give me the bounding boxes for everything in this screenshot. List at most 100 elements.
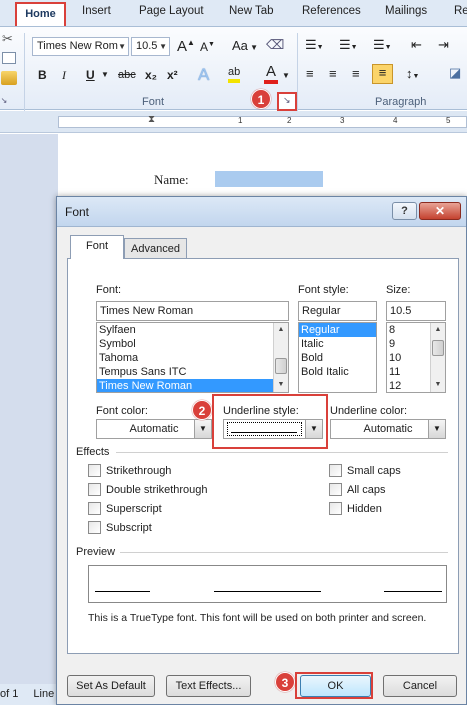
font-list[interactable]: Sylfaen Symbol Tahoma Tempus Sans ITC Times … xyxy=(96,322,289,393)
increase-indent-button[interactable]: ⇥ xyxy=(438,37,449,53)
font-color-combo[interactable]: Automatic ▼ xyxy=(96,419,212,439)
font-style-input[interactable]: Regular xyxy=(298,301,377,321)
tab-references[interactable]: References xyxy=(302,5,361,17)
font-name-dropdown[interactable]: Times New Rom ▼ xyxy=(32,37,129,56)
font-name-input[interactable]: Times New Roman xyxy=(96,301,289,321)
checkbox-box[interactable] xyxy=(88,464,101,477)
font-list-item[interactable]: Sylfaen xyxy=(97,323,288,337)
checkbox-label: Double strikethrough xyxy=(106,483,208,496)
checkbox-box[interactable] xyxy=(329,464,342,477)
checkbox-box[interactable] xyxy=(329,483,342,496)
text-effects-button[interactable]: Text Effects... xyxy=(166,675,251,697)
cancel-button[interactable]: Cancel xyxy=(383,675,457,697)
tab-new-tab[interactable]: New Tab xyxy=(229,5,274,17)
checkbox-box[interactable] xyxy=(88,483,101,496)
align-center-button[interactable]: ≡ xyxy=(329,66,337,81)
bullets-button[interactable]: ☰▼ xyxy=(305,37,324,53)
grow-font-button[interactable]: A▲ xyxy=(177,38,195,55)
font-style-list[interactable]: Regular Italic Bold Bold Italic xyxy=(298,322,377,393)
text-effects-button[interactable]: A xyxy=(198,65,209,85)
underline-button[interactable]: U xyxy=(86,68,95,82)
set-as-default-button[interactable]: Set As Default xyxy=(67,675,155,697)
help-button[interactable]: ? xyxy=(392,202,417,220)
font-style-list-item[interactable]: Italic xyxy=(299,337,376,351)
checkbox-strikethrough[interactable]: Strikethrough xyxy=(88,464,171,477)
checkbox-box[interactable] xyxy=(329,502,342,515)
justify-button[interactable]: ≡ xyxy=(372,64,393,84)
multilevel-list-button[interactable]: ☰▼ xyxy=(373,37,392,53)
ruler-tick: 2 xyxy=(287,116,292,125)
strikethrough-button[interactable]: abc xyxy=(118,69,136,81)
checkbox-double-strikethrough[interactable]: Double strikethrough xyxy=(88,483,208,496)
horizontal-ruler[interactable]: ⧗ 1 2 3 4 5 xyxy=(0,111,467,133)
checkbox-label: Small caps xyxy=(347,464,401,477)
chevron-down-icon[interactable]: ▼ xyxy=(428,420,445,438)
paragraph-group-label: Paragraph xyxy=(375,96,427,108)
format-painter-icon[interactable] xyxy=(1,71,17,85)
dialog-title-bar[interactable]: Font ? ✕ xyxy=(57,197,466,227)
font-size-dropdown[interactable]: 10.5 ▼ xyxy=(131,37,170,56)
name-field-selection[interactable] xyxy=(215,171,323,187)
font-style-list-item[interactable]: Bold xyxy=(299,351,376,365)
copy-icon[interactable] xyxy=(2,52,16,64)
font-style-list-item[interactable]: Regular xyxy=(299,323,376,337)
status-line: Line xyxy=(33,688,55,700)
shrink-font-button[interactable]: A▼ xyxy=(200,40,215,54)
ruler-tick: 4 xyxy=(393,116,398,125)
decrease-indent-button[interactable]: ⇤ xyxy=(411,37,422,53)
font-style-list-item[interactable]: Bold Italic xyxy=(299,365,376,379)
font-color-button[interactable]: A xyxy=(264,64,278,84)
font-list-item[interactable]: Symbol xyxy=(97,337,288,351)
tab-home[interactable]: Home xyxy=(15,2,66,26)
numbering-button[interactable]: ☰▼ xyxy=(339,37,358,53)
align-right-button[interactable]: ≡ xyxy=(352,66,360,81)
font-name-value: Times New Rom xyxy=(37,40,118,52)
checkbox-box[interactable] xyxy=(88,521,101,534)
chevron-down-icon[interactable]: ▼ xyxy=(194,420,211,438)
underline-color-combo[interactable]: Automatic ▼ xyxy=(330,419,446,439)
tab-review[interactable]: Re xyxy=(454,5,467,17)
scroll-thumb[interactable] xyxy=(275,358,287,374)
change-case-button[interactable]: Aa ▼ xyxy=(232,38,258,53)
subscript-button[interactable]: x₂ xyxy=(145,68,157,82)
font-color-dropdown-icon[interactable]: ▼ xyxy=(282,71,290,80)
superscript-button[interactable]: x² xyxy=(167,68,178,82)
checkbox-small-caps[interactable]: Small caps xyxy=(329,464,401,477)
checkbox-superscript[interactable]: Superscript xyxy=(88,502,162,515)
shading-icon[interactable]: ◪ xyxy=(449,65,461,81)
bold-button[interactable]: B xyxy=(38,68,47,82)
font-list-item[interactable]: Times New Roman xyxy=(97,379,288,392)
tab-advanced[interactable]: Advanced xyxy=(124,238,187,260)
line-spacing-button[interactable]: ↕▼ xyxy=(406,66,419,81)
scroll-down-icon[interactable]: ▼ xyxy=(274,378,288,392)
checkbox-all-caps[interactable]: All caps xyxy=(329,483,386,496)
font-list-item[interactable]: Tahoma xyxy=(97,351,288,365)
scroll-down-icon[interactable]: ▼ xyxy=(431,378,445,392)
tab-font[interactable]: Font xyxy=(70,235,124,259)
scroll-up-icon[interactable]: ▲ xyxy=(431,323,445,337)
checkbox-hidden[interactable]: Hidden xyxy=(329,502,382,515)
font-list-scrollbar[interactable]: ▲ ▼ xyxy=(273,323,288,392)
highlight-button[interactable]: ab xyxy=(228,65,241,83)
font-dialog-launcher-button[interactable]: ↘ xyxy=(277,92,297,111)
align-left-button[interactable]: ≡ xyxy=(306,66,314,81)
scroll-thumb[interactable] xyxy=(432,340,444,356)
close-button[interactable]: ✕ xyxy=(419,202,461,220)
checkbox-subscript[interactable]: Subscript xyxy=(88,521,152,534)
font-list-item[interactable]: Tempus Sans ITC xyxy=(97,365,288,379)
tab-insert[interactable]: Insert xyxy=(82,5,111,17)
size-list-scrollbar[interactable]: ▲ ▼ xyxy=(430,323,445,392)
tab-page-layout[interactable]: Page Layout xyxy=(139,5,204,17)
clear-formatting-button[interactable]: ⌫ xyxy=(266,37,284,53)
font-dialog: Font ? ✕ Font Advanced Font: Times New R… xyxy=(56,196,467,705)
size-list[interactable]: 8 9 10 11 12 ▲ ▼ xyxy=(386,322,446,393)
cut-icon[interactable]: ✂ xyxy=(2,31,13,47)
clipboard-launcher-icon[interactable]: ↘ xyxy=(0,96,8,106)
italic-button[interactable]: I xyxy=(62,68,66,83)
tab-mailings[interactable]: Mailings xyxy=(385,5,427,17)
scroll-up-icon[interactable]: ▲ xyxy=(274,323,288,337)
size-input[interactable]: 10.5 xyxy=(386,301,446,321)
indent-marker-icon[interactable]: ⧗ xyxy=(148,114,155,125)
checkbox-box[interactable] xyxy=(88,502,101,515)
underline-dropdown-icon[interactable]: ▼ xyxy=(101,70,109,79)
